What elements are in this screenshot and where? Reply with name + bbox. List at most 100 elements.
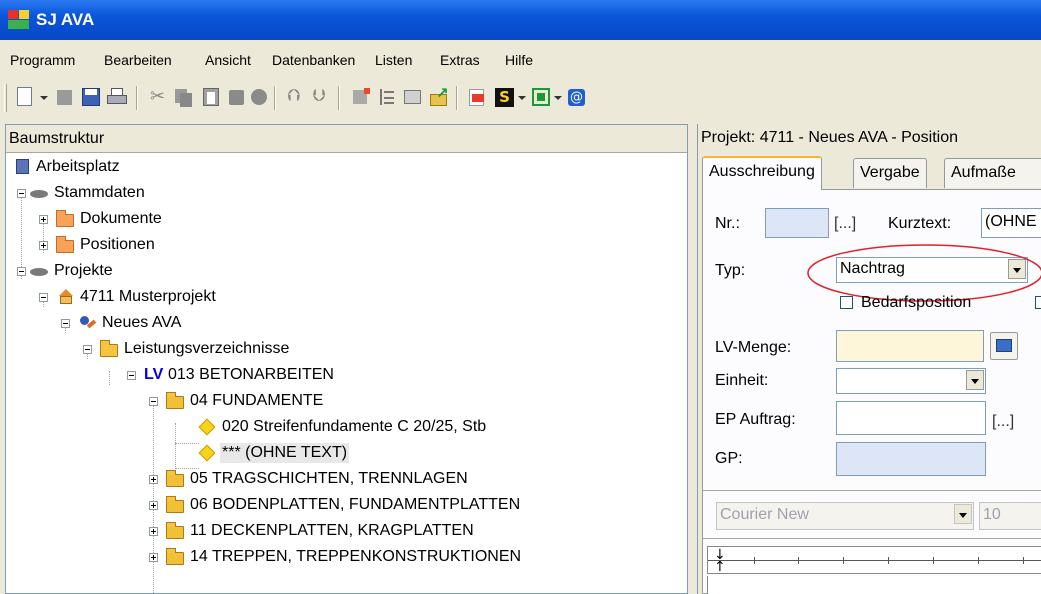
tree-item-05-tragschichten[interactable]: 05 TRAGSCHICHTEN, TRENNLAGEN <box>144 467 644 493</box>
tab-vergabe[interactable]: Vergabe <box>853 158 927 188</box>
move-up-icon[interactable]: ⮉ <box>284 86 306 108</box>
expand-toggle[interactable] <box>149 501 158 510</box>
cut-icon[interactable]: ✂ <box>146 86 168 108</box>
chevron-down-icon[interactable] <box>966 370 984 390</box>
record-icon[interactable] <box>248 86 270 108</box>
menu-extras[interactable]: Extras <box>440 52 480 68</box>
tree-item-label: Projekte <box>54 262 113 279</box>
tree-item-position-020[interactable]: 020 Streifenfundamente C 20/25, Stb <box>190 415 610 441</box>
insert-icon[interactable] <box>350 86 372 108</box>
collapse-toggle[interactable] <box>39 293 48 302</box>
collapse-toggle[interactable] <box>61 319 70 328</box>
new-document-icon[interactable] <box>14 86 36 108</box>
app-icon[interactable] <box>8 10 30 30</box>
tree-item-projekte[interactable]: Projekte <box>12 259 312 285</box>
s-app-icon[interactable]: S <box>494 86 516 108</box>
expand-toggle[interactable] <box>149 553 158 562</box>
folder-icon <box>166 522 184 540</box>
tree-item-neues-ava[interactable]: Neues AVA <box>56 311 356 337</box>
menu-datenbanken[interactable]: Datenbanken <box>272 52 355 68</box>
tree-item-06-bodenplatten[interactable]: 06 BODENPLATTEN, FUNDAMENTPLATTEN <box>144 493 644 519</box>
expand-toggle[interactable] <box>39 215 48 224</box>
tree-item-ohne-text[interactable]: *** (OHNE TEXT) <box>190 441 490 467</box>
tree-item-dokumente[interactable]: Dokumente <box>34 207 334 233</box>
disabled-tool-icon <box>54 86 76 108</box>
second-checkbox[interactable] <box>1035 296 1041 309</box>
new-dropdown-arrow[interactable] <box>40 96 48 100</box>
tree-item-label: 04 FUNDAMENTE <box>190 392 324 409</box>
lv-menge-field[interactable] <box>836 330 984 362</box>
tree-item-lv-013[interactable]: LV 013 BETONARBEITEN <box>122 363 442 389</box>
pane-splitter[interactable] <box>689 124 697 594</box>
collapse-toggle[interactable] <box>17 189 26 198</box>
folder-icon <box>56 236 74 254</box>
network-icon[interactable] <box>530 86 552 108</box>
collapse-toggle[interactable] <box>127 371 136 380</box>
tab-aufmasse[interactable]: Aufmaße <box>944 158 1041 188</box>
ep-auftrag-label: EP Auftrag: <box>715 411 796 428</box>
computer-icon <box>14 158 32 176</box>
bedarfsposition-label: Bedarfsposition <box>861 294 972 311</box>
delete-icon[interactable] <box>226 86 248 108</box>
indent-marker-icon[interactable]: ↓ ↑ <box>714 548 726 574</box>
ep-lookup-button[interactable]: [...] <box>992 412 1014 432</box>
menu-bar: Programm Bearbeiten Ansicht Datenbanken … <box>0 46 1041 74</box>
folder-icon <box>166 470 184 488</box>
email-icon[interactable]: @ <box>566 86 588 108</box>
text-editor-area[interactable] <box>707 576 1041 594</box>
font-name-select[interactable]: Courier New <box>716 502 974 530</box>
font-size-select[interactable]: 10 <box>979 502 1041 530</box>
menu-listen[interactable]: Listen <box>375 52 412 68</box>
bedarfsposition-checkbox[interactable] <box>840 296 853 309</box>
ruler[interactable]: ↓ ↑ <box>707 546 1041 574</box>
tree-item-leistungsverzeichnisse[interactable]: Leistungsverzeichnisse <box>78 337 378 363</box>
calculator-icon <box>996 339 1012 352</box>
expand-toggle[interactable] <box>39 241 48 250</box>
collapse-toggle[interactable] <box>17 267 26 276</box>
tab-strip: Ausschreibung Vergabe Aufmaße <box>702 156 1041 190</box>
tab-ausschreibung[interactable]: Ausschreibung <box>702 156 822 190</box>
window-title: SJ AVA <box>36 10 95 29</box>
kurztext-label: Kurztext: <box>888 215 952 232</box>
folder-icon <box>56 210 74 228</box>
tree-item-arbeitsplatz[interactable]: Arbeitsplatz <box>12 155 312 181</box>
tree-view-icon[interactable] <box>376 86 398 108</box>
tree-item-positionen[interactable]: Positionen <box>34 233 334 259</box>
einheit-select[interactable] <box>836 368 986 394</box>
network-dropdown-arrow[interactable] <box>554 96 562 100</box>
toolbar-grip[interactable] <box>4 84 7 112</box>
menu-hilfe[interactable]: Hilfe <box>505 52 533 68</box>
image-icon[interactable] <box>402 86 424 108</box>
collapse-toggle[interactable] <box>83 345 92 354</box>
tree-item-label: 4711 Musterprojekt <box>80 288 216 305</box>
tree-item-14-treppen[interactable]: 14 TREPPEN, TREPPENKONSTRUKTIONEN <box>144 545 644 571</box>
save-icon[interactable] <box>80 86 102 108</box>
print-icon[interactable] <box>106 86 128 108</box>
tree-view[interactable]: Arbeitsplatz Stammdaten Dokumente Positi… <box>6 155 687 593</box>
tree-item-label: Positionen <box>80 236 155 253</box>
tree-item-musterprojekt[interactable]: 4711 Musterprojekt <box>34 285 334 311</box>
copy-icon[interactable] <box>172 86 194 108</box>
menu-bearbeiten[interactable]: Bearbeiten <box>104 52 172 68</box>
tree-item-04-fundamente[interactable]: 04 FUNDAMENTE <box>144 389 464 415</box>
calculator-button[interactable] <box>990 332 1018 360</box>
tree-item-11-deckenplatten[interactable]: 11 DECKENPLATTEN, KRAGPLATTEN <box>144 519 644 545</box>
menu-programm[interactable]: Programm <box>10 52 75 68</box>
tree-item-label: 020 Streifenfundamente C 20/25, Stb <box>222 418 487 435</box>
tree-item-label: 013 BETONARBEITEN <box>168 366 334 383</box>
paste-icon[interactable] <box>200 86 222 108</box>
nr-lookup-button[interactable]: [...] <box>834 214 856 234</box>
move-down-icon[interactable]: ⮋ <box>310 86 332 108</box>
nr-field[interactable] <box>765 208 829 238</box>
expand-toggle[interactable] <box>149 475 158 484</box>
tree-item-stammdaten[interactable]: Stammdaten <box>12 181 312 207</box>
import-icon[interactable] <box>466 86 488 108</box>
export-icon[interactable]: ↗ <box>428 86 450 108</box>
s-app-dropdown-arrow[interactable] <box>518 96 526 100</box>
kurztext-field[interactable]: (OHNE <box>981 208 1041 238</box>
ep-auftrag-field[interactable] <box>836 401 986 435</box>
expand-toggle[interactable] <box>149 527 158 536</box>
menu-ansicht[interactable]: Ansicht <box>205 52 251 68</box>
collapse-toggle[interactable] <box>149 397 158 406</box>
chevron-down-icon[interactable] <box>954 504 972 524</box>
